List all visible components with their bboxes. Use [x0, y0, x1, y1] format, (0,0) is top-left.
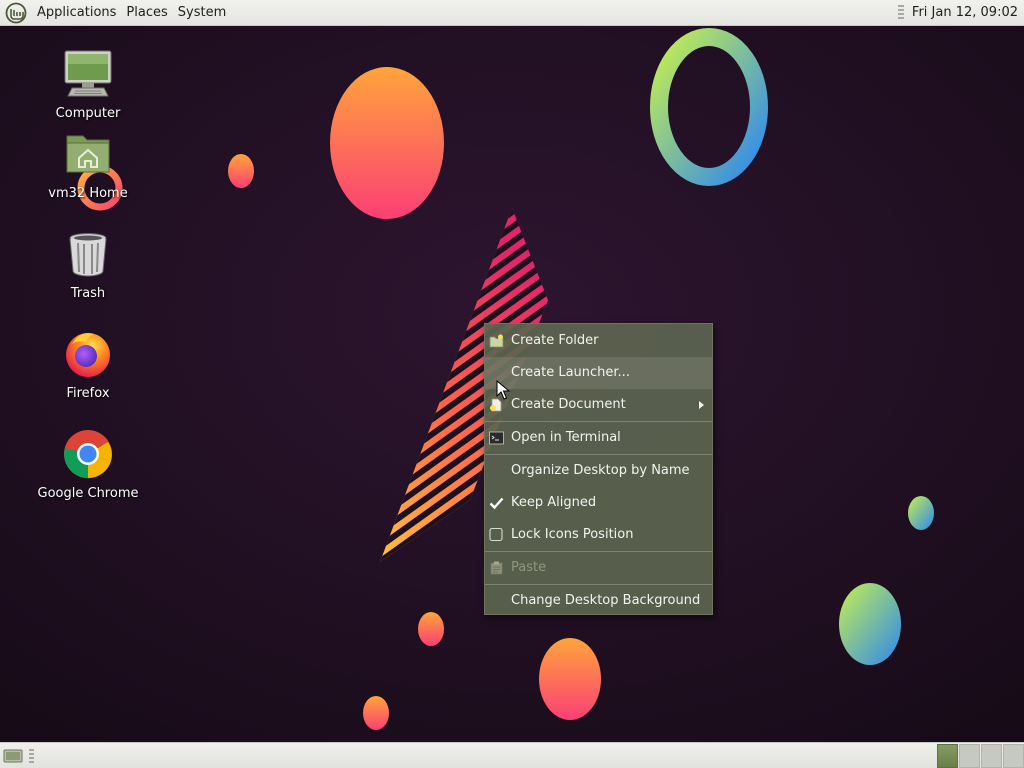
menu-item-label: Open in Terminal — [511, 430, 621, 445]
checkbox-icon — [489, 528, 503, 542]
menu-item-label: Create Document — [511, 397, 626, 412]
bottom-panel — [0, 742, 1024, 768]
workspace-1[interactable] — [937, 744, 958, 768]
computer-icon — [64, 50, 112, 97]
menu-item-open-terminal[interactable]: Open in Terminal — [485, 422, 712, 454]
menu-item-create-document[interactable]: Create Document — [485, 389, 712, 421]
workspace-switcher — [936, 744, 1024, 768]
terminal-icon — [489, 431, 504, 445]
desktop-icon-label: Firefox — [66, 386, 110, 401]
menu-item-label: Create Folder — [511, 333, 599, 348]
menu-item-label: Change Desktop Background — [511, 593, 701, 608]
desktop-icon-firefox[interactable]: Firefox — [33, 328, 143, 401]
menu-item-label: Organize Desktop by Name — [511, 463, 690, 478]
home-folder-icon — [66, 135, 110, 173]
submenu-arrow-icon — [699, 401, 704, 409]
workspace-3[interactable] — [981, 744, 1002, 768]
checkmark-icon — [489, 497, 504, 510]
menu-item-label: Lock Icons Position — [511, 527, 634, 542]
desktop-icon-label: vm32 Home — [48, 186, 128, 201]
system-menu[interactable]: System — [173, 0, 231, 26]
desktop-icon-home[interactable]: vm32 Home — [33, 128, 143, 201]
desktop-icon-chrome[interactable]: Google Chrome — [33, 428, 143, 501]
mouse-pointer-icon — [496, 380, 510, 400]
show-desktop-icon[interactable] — [3, 748, 23, 764]
paste-icon — [490, 561, 503, 575]
desktop-context-menu: Create Folder Create Launcher... Create … — [484, 323, 713, 615]
places-menu[interactable]: Places — [121, 0, 172, 26]
menu-item-change-background[interactable]: Change Desktop Background — [485, 585, 712, 617]
new-folder-icon — [489, 334, 504, 348]
menu-item-paste[interactable]: Paste — [485, 552, 712, 584]
chrome-icon — [64, 430, 112, 479]
firefox-icon — [66, 333, 110, 377]
trash-icon — [69, 233, 107, 277]
new-document-icon — [490, 398, 502, 412]
menu-item-label: Keep Aligned — [511, 495, 597, 510]
menu-item-create-folder[interactable]: Create Folder — [485, 325, 712, 357]
desktop-icon-trash[interactable]: Trash — [33, 228, 143, 301]
panel-drag-handle[interactable] — [897, 4, 904, 21]
menu-item-create-launcher[interactable]: Create Launcher... — [485, 357, 712, 389]
menu-item-label: Paste — [511, 560, 547, 575]
mint-logo-icon[interactable] — [5, 2, 27, 24]
desktop-icon-label: Computer — [55, 106, 121, 121]
menu-item-lock-icons-position[interactable]: Lock Icons Position — [485, 519, 712, 551]
top-panel: Applications Places System Fri Jan 12, 0… — [0, 0, 1024, 26]
applications-menu[interactable]: Applications — [32, 0, 121, 26]
menu-item-organize-desktop[interactable]: Organize Desktop by Name — [485, 455, 712, 487]
desktop-icon-label: Trash — [70, 286, 106, 301]
clock[interactable]: Fri Jan 12, 09:02 — [912, 5, 1024, 20]
desktop-icon-label: Google Chrome — [37, 486, 139, 501]
workspace-4[interactable] — [1003, 744, 1024, 768]
menu-item-label: Create Launcher... — [511, 365, 630, 380]
panel-drag-handle[interactable] — [29, 748, 34, 763]
menu-item-keep-aligned[interactable]: Keep Aligned — [485, 487, 712, 519]
workspace-2[interactable] — [959, 744, 980, 768]
desktop-icon-computer[interactable]: Computer — [33, 48, 143, 121]
